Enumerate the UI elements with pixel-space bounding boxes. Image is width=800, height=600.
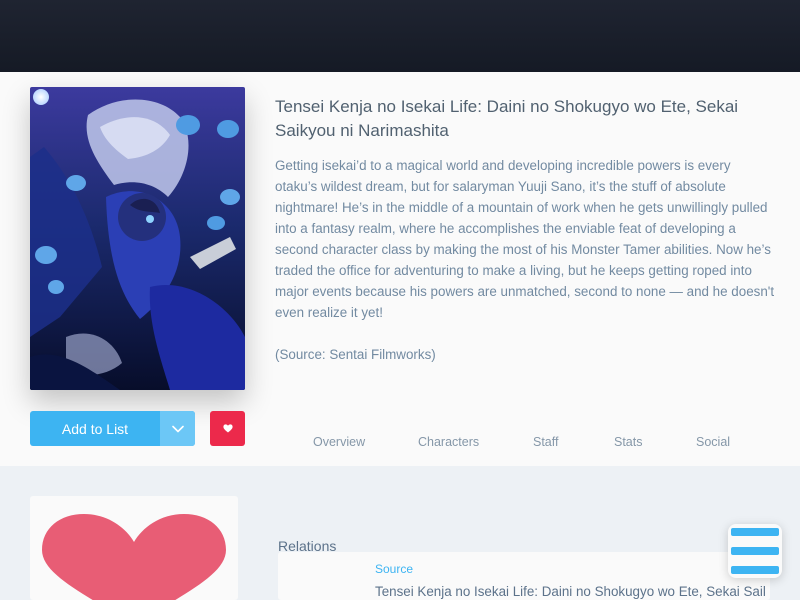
heart-icon bbox=[222, 424, 233, 433]
add-to-list-button[interactable]: Add to List bbox=[30, 411, 195, 446]
top-banner bbox=[0, 0, 800, 72]
tab-characters[interactable]: Characters bbox=[418, 433, 479, 451]
cover-art bbox=[30, 87, 245, 390]
menu-bar-icon bbox=[731, 547, 779, 555]
cover-image bbox=[30, 87, 245, 390]
mobile-menu-button[interactable] bbox=[728, 524, 782, 578]
media-description: Getting isekai’d to a magical world and … bbox=[275, 155, 775, 365]
description-text: Getting isekai’d to a magical world and … bbox=[275, 158, 775, 320]
sidebar-card bbox=[30, 496, 238, 600]
tab-social[interactable]: Social bbox=[696, 433, 730, 451]
chevron-down-icon bbox=[171, 425, 184, 432]
menu-bar-icon bbox=[731, 528, 779, 536]
description-source: (Source: Sentai Filmworks) bbox=[275, 347, 436, 362]
add-to-list-dropdown[interactable] bbox=[160, 411, 195, 446]
menu-bar-icon bbox=[731, 566, 779, 574]
tab-overview[interactable]: Overview bbox=[313, 433, 365, 451]
tab-stats[interactable]: Stats bbox=[614, 433, 643, 451]
media-title: Tensei Kenja no Isekai Life: Daini no Sh… bbox=[275, 97, 739, 140]
relation-type: Source bbox=[375, 562, 414, 576]
media-nav-tabs: Overview Characters Staff Stats Social bbox=[275, 433, 775, 453]
tab-staff[interactable]: Staff bbox=[533, 433, 558, 451]
heart-graphic bbox=[42, 514, 226, 600]
relation-title[interactable]: Tensei Kenja no Isekai Life: Daini no Sh… bbox=[375, 584, 765, 599]
add-to-list-label: Add to List bbox=[61, 420, 129, 437]
favorite-button[interactable] bbox=[210, 411, 245, 446]
relation-card[interactable]: Source Tensei Kenja no Isekai Life: Dain… bbox=[278, 552, 770, 600]
